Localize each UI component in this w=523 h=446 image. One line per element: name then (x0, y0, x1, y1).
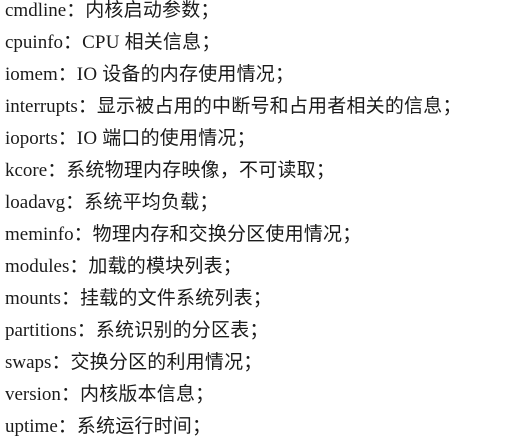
entry-separator: ： (73, 224, 93, 245)
entry-description: IO 设备的内存使用情况； (76, 64, 295, 85)
entry-name: partitions (5, 320, 77, 341)
list-item-meminfo: meminfo：物理内存和交换分区使用情况； (5, 219, 523, 251)
entry-name: cpuinfo (5, 32, 64, 53)
entry-name: version (5, 384, 61, 405)
entry-separator: ： (47, 160, 67, 181)
entry-description: IO 端口的使用情况； (76, 128, 256, 149)
list-item-loadavg: loadavg：系统平均负载； (5, 187, 523, 219)
entry-separator: ： (60, 384, 80, 405)
entry-name: swaps (5, 352, 52, 373)
entry-separator: ： (63, 32, 83, 53)
entry-name: interrupts (5, 96, 78, 117)
list-item-swaps: swaps：交换分区的利用情况； (5, 347, 523, 379)
entry-name: kcore (5, 160, 48, 181)
list-item-mounts: mounts：挂载的文件系统列表； (5, 283, 523, 315)
list-item-partitions: partitions：系统识别的分区表； (5, 315, 523, 347)
entry-separator: ： (57, 416, 77, 437)
entry-description: 加载的模块列表； (88, 256, 243, 277)
list-item-iomem: iomem：IO 设备的内存使用情况； (5, 59, 523, 91)
entry-separator: ： (57, 64, 77, 85)
entry-separator: ： (65, 192, 85, 213)
entry-description: 系统识别的分区表； (95, 320, 269, 341)
list-item-interrupts: interrupts：显示被占用的中断号和占用者相关的信息； (5, 91, 523, 123)
entry-name: meminfo (5, 224, 74, 245)
entry-name: mounts (5, 288, 61, 309)
entry-separator: ： (51, 352, 71, 373)
list-item-cpuinfo: cpuinfo：CPU 相关信息； (5, 27, 523, 59)
entry-description: 系统运行时间； (76, 416, 212, 437)
entry-name: uptime (5, 416, 58, 437)
entry-separator: ： (66, 0, 86, 21)
entry-description: 挂载的文件系统列表； (79, 288, 272, 309)
entry-separator: ： (69, 256, 89, 277)
entry-description: 内核启动参数； (85, 0, 220, 21)
list-item-kcore: kcore：系统物理内存映像，不可读取； (5, 155, 523, 187)
list-item-modules: modules：加载的模块列表； (5, 251, 523, 283)
entry-name: modules (5, 256, 70, 277)
entry-description: CPU 相关信息； (82, 32, 221, 53)
entry-name: loadavg (5, 192, 66, 213)
entry-name: iomem (5, 64, 58, 85)
entry-separator: ： (76, 320, 96, 341)
entry-description: 系统物理内存映像，不可读取； (66, 160, 336, 181)
entry-description: 物理内存和交换分区使用情况； (92, 224, 362, 245)
list-item-ioports: ioports：IO 端口的使用情况； (5, 123, 523, 155)
entry-description: 显示被占用的中断号和占用者相关的信息； (96, 96, 462, 117)
entry-description: 交换分区的利用情况； (70, 352, 263, 373)
entry-name: cmdline (5, 0, 67, 21)
proc-file-list: cmdline：内核启动参数； cpuinfo：CPU 相关信息； iomem：… (0, 0, 523, 441)
entry-description: 系统平均负载； (84, 192, 219, 213)
list-item-uptime: uptime：系统运行时间； (5, 411, 523, 443)
entry-separator: ： (60, 288, 80, 309)
list-item-version: version：内核版本信息； (5, 379, 523, 411)
list-item-cmdline: cmdline：内核启动参数； (5, 0, 523, 27)
entry-separator: ： (57, 128, 77, 149)
entry-name: ioports (5, 128, 58, 149)
entry-separator: ： (77, 96, 97, 117)
entry-description: 内核版本信息； (79, 384, 215, 405)
